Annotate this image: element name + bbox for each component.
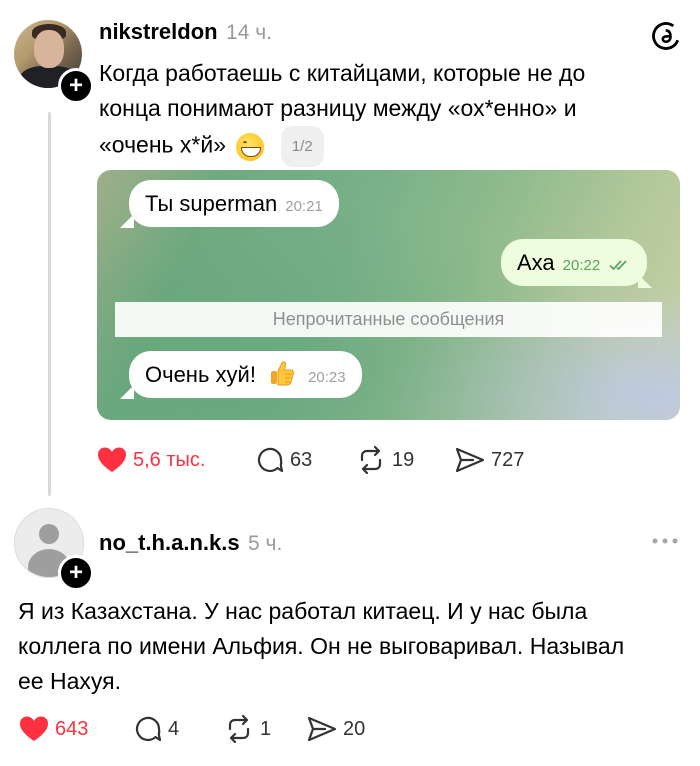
unread-messages-divider: Непрочитанные сообщения — [115, 302, 662, 337]
post-text: Когда работаешь с китайцами, которые не … — [99, 56, 679, 167]
share-button[interactable]: 727 — [455, 446, 524, 474]
like-button[interactable]: 643 — [19, 715, 88, 743]
share-count: 20 — [343, 717, 366, 740]
post-text: Я из Казахстана. У нас работал китаец. И… — [18, 594, 688, 699]
like-button[interactable]: 5,6 тыс. — [97, 446, 205, 474]
author-username[interactable]: no_t.h.a.n.k.s — [99, 530, 240, 555]
share-button[interactable]: 20 — [307, 715, 365, 743]
post-header: nikstreldon 14 ч. — [99, 19, 272, 45]
repost-button[interactable]: 1 — [224, 715, 271, 743]
chat-screenshot-image[interactable]: Ты superman 20:21 Аха 20:22 Непрочитанные … — [97, 170, 680, 420]
post-text-line: Когда работаешь с китайцами, которые не … — [99, 60, 586, 86]
post-header: no_t.h.a.n.k.s 5 ч. — [99, 530, 282, 556]
heart-icon — [98, 447, 126, 472]
repost-count: 1 — [260, 717, 272, 740]
repost-count: 19 — [392, 448, 415, 471]
threads-logo-icon[interactable] — [650, 20, 682, 52]
repost-button[interactable]: 19 — [356, 446, 414, 474]
message-text: Аха — [517, 250, 555, 275]
repost-icon — [228, 715, 250, 743]
follow-plus-icon[interactable]: + — [58, 555, 94, 591]
post-text-line: Я из Казахстана. У нас работал китаец. И… — [18, 598, 588, 624]
message-time: 20:21 — [285, 198, 323, 215]
double-check-icon — [609, 260, 628, 271]
incoming-message: Очень хуй! 20:23 — [129, 351, 362, 398]
comment-button[interactable]: 63 — [256, 446, 312, 474]
message-text: Очень хуй! — [145, 362, 256, 387]
follow-plus-icon[interactable]: + — [58, 68, 94, 104]
post-text-line: конца понимают разницу между «ох*енно» и — [99, 95, 577, 121]
incoming-message: Ты superman 20:21 — [129, 180, 339, 227]
comment-count: 4 — [168, 717, 180, 740]
thumbs-up-emoji-icon — [271, 361, 295, 386]
comment-bubble-icon — [257, 447, 284, 473]
thread-line — [48, 112, 51, 496]
message-time: 20:22 — [562, 257, 601, 274]
share-count: 727 — [491, 448, 525, 471]
message-time: 20:23 — [308, 369, 346, 386]
post-time: 5 ч. — [248, 532, 283, 555]
post-text-line: коллега по имени Альфия. Он не выговарив… — [18, 633, 625, 659]
heart-icon — [20, 716, 48, 741]
like-count: 5,6 тыс. — [133, 448, 206, 471]
post-text-line: ее Нахуя. — [18, 668, 121, 694]
message-text: Ты superman — [145, 191, 278, 216]
like-count: 643 — [55, 717, 89, 740]
author-username[interactable]: nikstreldon — [99, 19, 218, 44]
more-dots-icon[interactable] — [650, 534, 680, 548]
paper-plane-icon — [307, 716, 337, 742]
comment-button[interactable]: 4 — [134, 715, 179, 743]
post-time: 14 ч. — [226, 21, 272, 44]
carousel-page-indicator: 1/2 — [280, 126, 324, 167]
repost-icon — [360, 446, 382, 474]
post-text-line: «очень х*й» — [99, 131, 227, 158]
post-text-line-last: «очень х*й» 1/2 — [99, 126, 679, 167]
comment-bubble-icon — [135, 716, 162, 742]
comment-count: 63 — [290, 448, 313, 471]
outgoing-message: Аха 20:22 — [501, 239, 648, 286]
paper-plane-icon — [455, 447, 485, 473]
grinning-emoji-icon — [236, 132, 265, 161]
